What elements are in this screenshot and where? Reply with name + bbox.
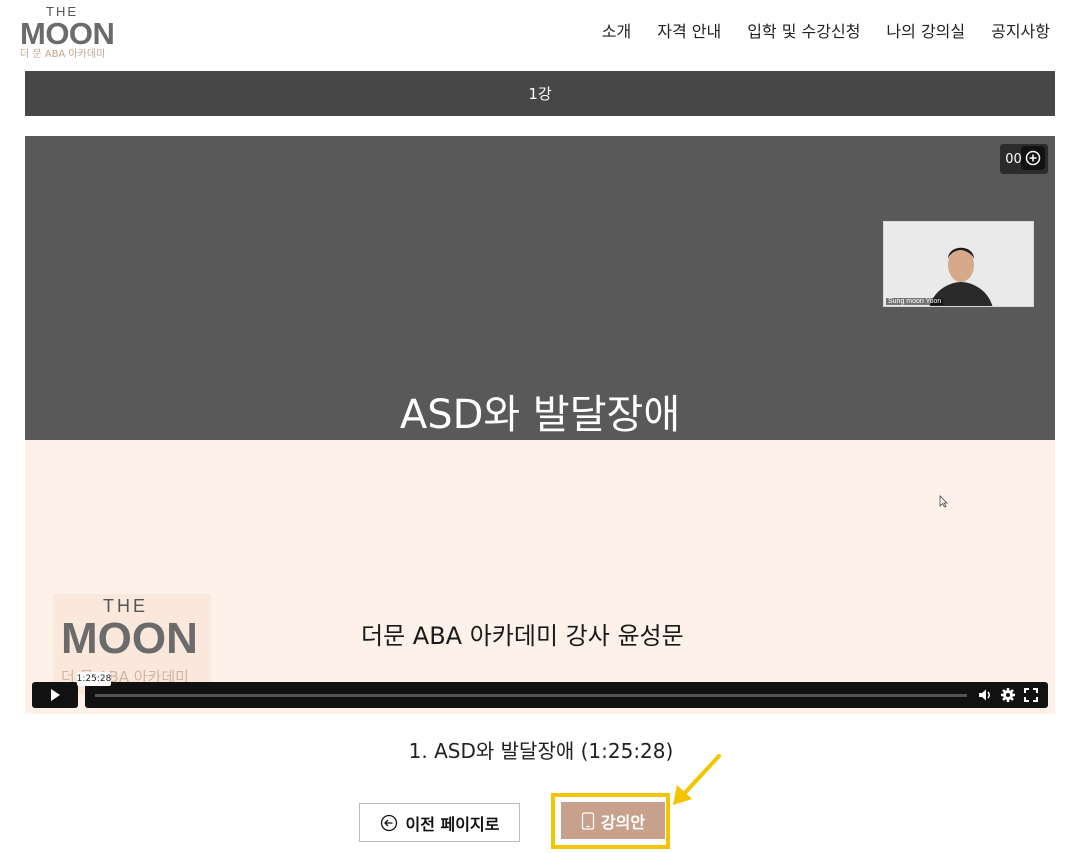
lecture-notes-button[interactable]: 강의안 xyxy=(561,802,665,839)
logo[interactable]: THE MOON 더 문 ABA 아카데미 xyxy=(20,4,120,60)
tooltip-text: 1:25:28 xyxy=(76,674,112,684)
video-player[interactable]: ASD와 발달장애 00:00 Sung moon Yoon THE MOON … xyxy=(25,136,1055,714)
seek-time-tooltip: 1:25:28 xyxy=(77,672,111,686)
video-control-bar xyxy=(85,682,1048,708)
previous-page-button[interactable]: 이전 페이지로 xyxy=(359,803,520,842)
lecture-title: 1. ASD와 발달장애 (1:25:28) xyxy=(408,739,674,763)
progress-bar[interactable] xyxy=(95,694,967,697)
nav-item-notices[interactable]: 공지사항 xyxy=(991,18,1050,42)
arrow-left-circle-icon xyxy=(380,814,397,831)
lesson-label: 1강 xyxy=(528,85,552,103)
webcam-name: Sung moon Yoon xyxy=(886,298,944,305)
watermark-word: MOON xyxy=(61,614,198,663)
mouse-cursor-icon xyxy=(939,493,948,512)
fullscreen-icon[interactable] xyxy=(1023,687,1039,703)
nav-item-my-classroom[interactable]: 나의 강의실 xyxy=(886,18,965,42)
lesson-bar: 1강 xyxy=(25,71,1055,116)
play-icon xyxy=(51,689,60,701)
nav-item-intro[interactable]: 소개 xyxy=(602,18,631,42)
lecture-notes-label: 강의안 xyxy=(600,812,646,832)
main-nav: 소개 자격 안내 입학 및 수강신청 나의 강의실 공지사항 xyxy=(602,18,1050,42)
webcam-overlay: Sung moon Yoon xyxy=(883,221,1034,307)
previous-page-label: 이전 페이지로 xyxy=(405,814,500,834)
annotation-arrow-icon xyxy=(670,752,724,812)
play-button[interactable] xyxy=(32,682,78,708)
tablet-icon xyxy=(581,811,595,830)
settings-gear-icon[interactable] xyxy=(1000,687,1016,703)
volume-icon[interactable] xyxy=(977,687,993,703)
person-image xyxy=(884,222,1033,306)
instructor-caption: 더문 ABA 아카데미 강사 윤성문 xyxy=(361,622,684,650)
logo-subtitle: 더 문 ABA 아카데미 xyxy=(20,49,106,60)
nav-item-qualification[interactable]: 자격 안내 xyxy=(657,18,721,42)
slide-title: ASD와 발달장애 xyxy=(399,392,681,438)
zoom-plus-icon[interactable] xyxy=(1021,146,1045,170)
nav-item-enrollment[interactable]: 입학 및 수강신청 xyxy=(747,18,860,42)
